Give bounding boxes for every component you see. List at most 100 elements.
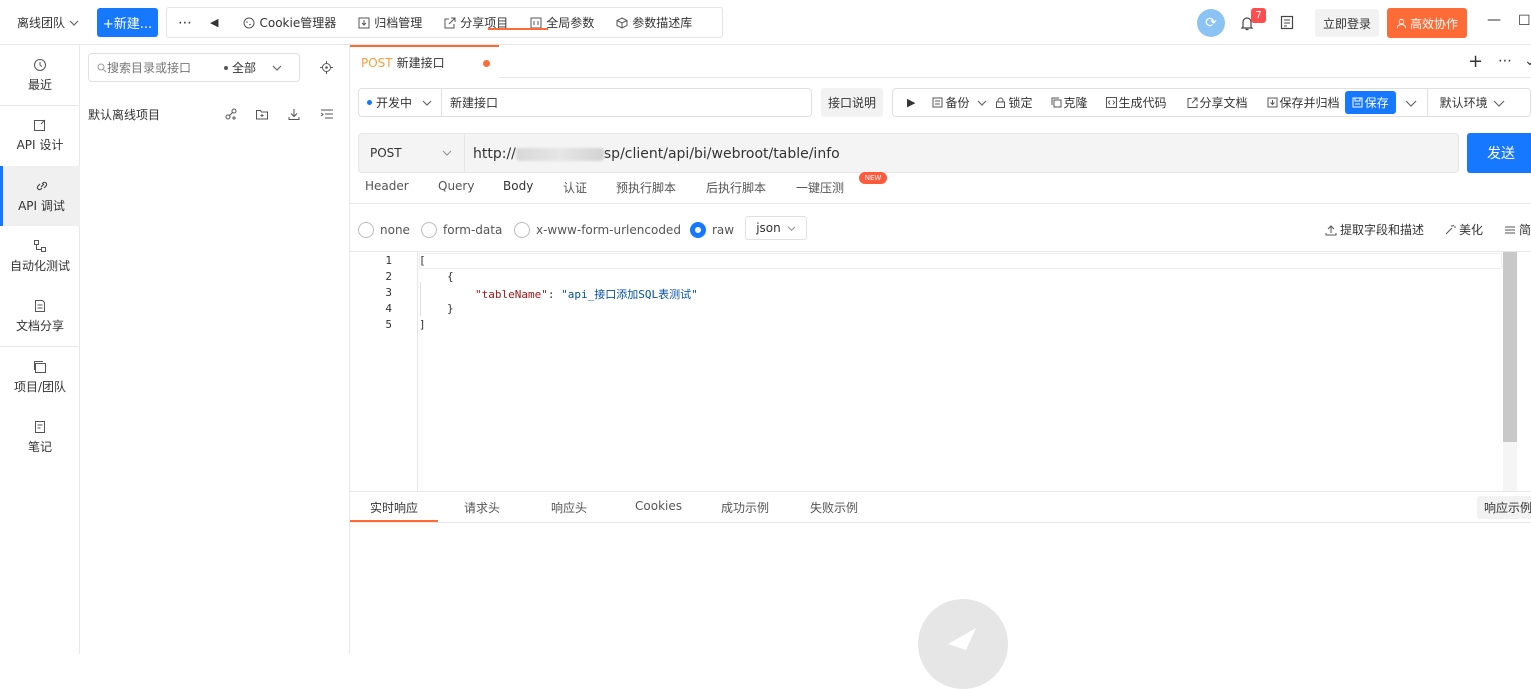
nav-api-debug[interactable]: API 调试 bbox=[0, 166, 80, 226]
chevron-down-icon bbox=[272, 65, 282, 71]
tab-auth[interactable]: 认证 bbox=[563, 179, 587, 196]
scrollbar-thumb[interactable] bbox=[1503, 252, 1517, 442]
body-type-urlencoded-label: x-www-form-urlencoded bbox=[536, 223, 681, 237]
nav-api-design[interactable]: API 设计 bbox=[0, 105, 80, 165]
tree-search-input[interactable] bbox=[107, 60, 217, 75]
backup-button[interactable]: 备份 bbox=[932, 94, 987, 111]
save-dropdown[interactable] bbox=[1405, 97, 1417, 109]
send-button[interactable]: 发送 bbox=[1467, 133, 1531, 173]
extract-fields-button[interactable]: 提取字段和描述 bbox=[1325, 221, 1424, 238]
tab-header[interactable]: Header bbox=[365, 179, 409, 193]
chevron-down-icon bbox=[1493, 100, 1505, 107]
action-bar: ▶ 备份 锁定 克隆 生成代码 分享文档 保存并归档 保存 默认环境 bbox=[892, 88, 1531, 117]
empty-state-illustration bbox=[918, 599, 1008, 689]
share-doc-button[interactable]: 分享文档 bbox=[1187, 94, 1248, 111]
cookie-manager-label: Cookie管理器 bbox=[259, 16, 337, 30]
save-archive-button[interactable]: 保存并归档 bbox=[1267, 94, 1340, 111]
tab-body[interactable]: Body bbox=[503, 179, 533, 193]
doc-icon bbox=[35, 299, 45, 312]
tab-cookies[interactable]: Cookies bbox=[635, 499, 682, 513]
body-type-form-data-label: form-data bbox=[443, 223, 503, 237]
cookie-manager-button[interactable]: Cookie管理器 bbox=[232, 14, 347, 31]
body-type-urlencoded[interactable]: x-www-form-urlencoded bbox=[514, 222, 681, 238]
chevron-down-icon[interactable]: ⌄ bbox=[1524, 53, 1531, 69]
tree-filter-label: 全部 bbox=[232, 61, 257, 75]
beautify-button[interactable]: 美化 bbox=[1444, 221, 1483, 238]
radio-circle bbox=[421, 222, 437, 238]
clone-button[interactable]: 克隆 bbox=[1051, 94, 1088, 111]
status-select[interactable]: 开发中 bbox=[358, 88, 441, 117]
response-example-button[interactable]: 响应示例 bbox=[1477, 496, 1531, 519]
tab-query[interactable]: Query bbox=[438, 179, 474, 193]
code-editor[interactable]: 1 2 3 4 5 [ { "tableName": "api_接口添加SQL表… bbox=[350, 251, 1531, 492]
body-type-raw[interactable]: raw bbox=[690, 222, 734, 238]
url-input[interactable]: http:// sp/client/api/bi/webroot/table/in… bbox=[473, 146, 840, 162]
new-button[interactable]: +新建... bbox=[97, 8, 158, 37]
tab-load-test[interactable]: 一键压测 bbox=[796, 179, 844, 196]
tab-req-headers[interactable]: 请求头 bbox=[464, 499, 500, 516]
sort-list-icon[interactable] bbox=[320, 107, 334, 121]
maximize-icon[interactable]: ☐ bbox=[1518, 13, 1531, 29]
notification-badge: 7 bbox=[1251, 8, 1266, 23]
api-name-input[interactable] bbox=[441, 88, 812, 117]
filter-dot bbox=[224, 65, 228, 70]
login-button[interactable]: 立即登录 bbox=[1315, 9, 1379, 37]
chevron-down-icon bbox=[978, 100, 987, 106]
import-icon[interactable] bbox=[287, 107, 301, 121]
active-tab-underline bbox=[488, 28, 548, 30]
team-selector[interactable]: 离线团队 bbox=[17, 14, 79, 31]
json-value: "api_接口添加SQL表测试" bbox=[561, 288, 698, 301]
nav-doc-share[interactable]: 文档分享 bbox=[0, 286, 80, 346]
run-icon[interactable]: ▶ bbox=[907, 96, 915, 109]
tab-post-script[interactable]: 后执行脚本 bbox=[706, 179, 766, 196]
simple-view-button[interactable]: 简 bbox=[1504, 221, 1531, 238]
minimize-icon[interactable]: — bbox=[1487, 12, 1501, 28]
env-select[interactable]: 默认环境 bbox=[1440, 94, 1505, 111]
notepad-icon[interactable] bbox=[1278, 13, 1296, 31]
tree-project[interactable]: 默认离线项目 bbox=[88, 106, 160, 123]
gen-code-button[interactable]: 生成代码 bbox=[1105, 94, 1167, 111]
beautify-label: 美化 bbox=[1459, 223, 1484, 237]
unsaved-dot bbox=[483, 60, 490, 67]
tab-success-example[interactable]: 成功示例 bbox=[721, 499, 769, 516]
nav-auto-test[interactable]: 自动化测试 bbox=[0, 226, 80, 286]
body-type-form-data[interactable]: form-data bbox=[421, 222, 502, 238]
tree-filter[interactable]: 全部 bbox=[224, 59, 282, 76]
lock-button[interactable]: 锁定 bbox=[995, 94, 1033, 111]
format-select[interactable]: json bbox=[745, 216, 807, 240]
json-colon: : bbox=[547, 288, 562, 301]
collapse-left-icon[interactable]: ◀ bbox=[204, 16, 232, 29]
json-key: "tableName" bbox=[475, 288, 548, 301]
tab-new-api[interactable]: POST 新建接口 bbox=[350, 45, 499, 78]
code-line-1: [ bbox=[419, 254, 426, 267]
tab-name: 新建接口 bbox=[396, 56, 445, 70]
tab-pre-script[interactable]: 预执行脚本 bbox=[616, 179, 676, 196]
save-button[interactable]: 保存 bbox=[1344, 91, 1396, 114]
body-type-none[interactable]: none bbox=[358, 222, 410, 238]
collab-button[interactable]: 高效协作 bbox=[1387, 8, 1467, 38]
archive-button[interactable]: 归档管理 bbox=[347, 14, 433, 31]
more-icon[interactable]: ⋯ bbox=[167, 15, 204, 31]
tab-resp-headers[interactable]: 响应头 bbox=[551, 499, 587, 516]
new-folder-icon[interactable] bbox=[255, 107, 269, 121]
edit-icon bbox=[34, 119, 46, 131]
nav-notes[interactable]: 笔记 bbox=[0, 407, 80, 467]
param-desc-lib-button[interactable]: 参数描述库 bbox=[605, 14, 703, 31]
share-node-icon[interactable] bbox=[224, 107, 238, 121]
more-icon[interactable]: ⋯ bbox=[1498, 53, 1512, 69]
add-tab-icon[interactable]: + bbox=[1468, 51, 1483, 72]
tab-fail-example[interactable]: 失败示例 bbox=[810, 499, 858, 516]
top-bar: 离线团队 +新建... ⋯ ◀ Cookie管理器 归档管理 分享项目 全局参数… bbox=[0, 0, 1531, 45]
line-number: 3 bbox=[385, 286, 392, 299]
left-nav: 最近 API 设计 API 调试 自动化测试 文档分享 项目/团队 笔记 bbox=[0, 45, 80, 654]
new-badge: NEW bbox=[859, 172, 887, 184]
response-tabs: 实时响应 请求头 响应头 Cookies 成功示例 失败示例 响应示例 bbox=[350, 491, 1531, 523]
sync-icon[interactable]: ⟳ bbox=[1197, 9, 1225, 37]
save-label: 保存 bbox=[1364, 96, 1389, 110]
nav-project-team[interactable]: 项目/团队 bbox=[0, 347, 80, 407]
api-desc-button[interactable]: 接口说明 bbox=[821, 88, 883, 117]
method-select[interactable]: POST bbox=[359, 134, 465, 172]
locate-icon[interactable] bbox=[320, 61, 333, 74]
nav-recent[interactable]: 最近 bbox=[0, 45, 80, 105]
tab-live-response[interactable]: 实时响应 bbox=[370, 499, 418, 516]
